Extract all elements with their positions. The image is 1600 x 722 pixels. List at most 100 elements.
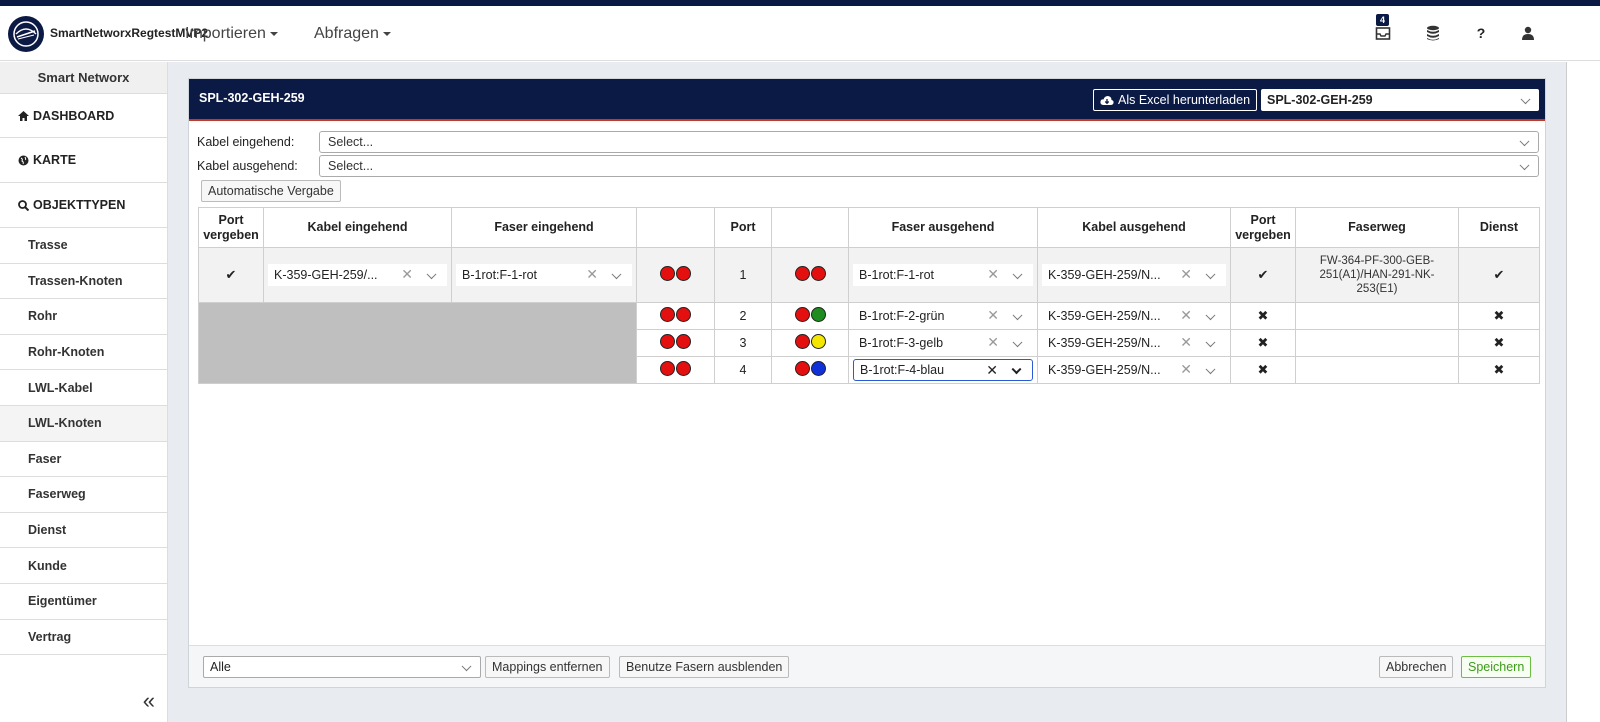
fiberpath-value (1295, 302, 1459, 330)
chevron-down-icon (426, 269, 437, 280)
database-button[interactable] (1422, 22, 1444, 44)
sidebar-item-eigentuemer[interactable]: Eigentümer (0, 584, 167, 620)
cable-out-select[interactable]: K-359-GEH-259/N... ✕ (1042, 332, 1226, 354)
outgoing-cable-select[interactable]: Select... (319, 155, 1539, 177)
cancel-button[interactable]: Abbrechen (1379, 656, 1454, 678)
port-mapping-table: Port vergeben Kabel eingehend Faser eing… (198, 207, 1540, 384)
menu-abfragen[interactable]: Abfragen (314, 6, 391, 61)
filter-outgoing-row: Kabel ausgehend: Select... (197, 155, 1539, 177)
cable-out-select[interactable]: K-359-GEH-259/N... ✕ (1042, 305, 1226, 327)
color-dot (676, 307, 691, 322)
table-row: ✔ K-359-GEH-259/... ✕ B-1rot:F-1-rot ✕ 1… (198, 247, 1540, 303)
color-dot (794, 334, 810, 349)
col-fiberpath: Faserweg (1295, 207, 1459, 248)
sidebar-item-lwl-kabel[interactable]: LWL-Kabel (0, 370, 167, 406)
color-dot (810, 266, 826, 281)
fiber-out-select[interactable]: B-1rot:F-3-gelb ✕ (853, 332, 1033, 354)
user-button[interactable] (1517, 22, 1539, 44)
col-port: Port (714, 207, 772, 248)
sidebar-karte[interactable]: KARTE (0, 138, 167, 183)
chevron-down-icon (1519, 160, 1530, 171)
auto-assign-button[interactable]: Automatische Vergabe (201, 180, 341, 202)
notifications-button[interactable]: 4 (1372, 14, 1394, 44)
excel-download-button[interactable]: Als Excel herunterladen (1093, 89, 1258, 111)
cable-out-select[interactable]: K-359-GEH-259/N... ✕ (1042, 359, 1226, 381)
main-content: SPL-302-GEH-259 Als Excel herunterladen … (168, 62, 1566, 722)
no-service-icon: ✖ (1493, 362, 1505, 377)
fiber-color-in (660, 334, 691, 349)
clear-icon[interactable]: ✕ (1180, 266, 1192, 283)
save-button[interactable]: Speichern (1461, 656, 1532, 678)
table-header-row: Port vergeben Kabel eingehend Faser eing… (198, 207, 1540, 248)
not-assigned-icon: ✖ (1257, 335, 1269, 350)
fiber-color-in (660, 361, 691, 376)
brand[interactable]: SmartNetworxRegtestMVP2 (0, 6, 208, 61)
sidebar-item-dienst[interactable]: Dienst (0, 513, 167, 549)
sidebar-objekttypen[interactable]: OBJEKTTYPEN (0, 183, 167, 228)
sidebar-item-trasse[interactable]: Trasse (0, 228, 167, 264)
sidebar-collapse-button[interactable]: « (143, 688, 155, 714)
service-check-icon: ✔ (1493, 267, 1505, 282)
sidebar-item-rohr-knoten[interactable]: Rohr-Knoten (0, 335, 167, 371)
fiber-out-select[interactable]: B-1rot:F-2-grün ✕ (853, 305, 1033, 327)
sidebar-item-faser[interactable]: Faser (0, 442, 167, 478)
page-scrollbar[interactable] (1566, 62, 1600, 722)
notification-badge: 4 (1376, 14, 1390, 26)
fiber-in-select[interactable]: B-1rot:F-1-rot ✕ (456, 264, 632, 286)
mapping-filter-select[interactable]: Alle (203, 656, 481, 678)
sidebar-dashboard[interactable]: DASHBOARD (0, 94, 167, 138)
fiber-out-select-focused[interactable]: B-1rot:F-4-blau ✕ (853, 359, 1033, 381)
not-assigned-icon: ✖ (1257, 362, 1269, 377)
fiber-out-select[interactable]: B-1rot:F-1-rot ✕ (853, 264, 1033, 286)
clear-icon[interactable]: ✕ (1180, 361, 1192, 378)
fiber-color-in (660, 266, 691, 281)
clear-icon[interactable]: ✕ (987, 266, 999, 283)
color-dot (676, 266, 691, 281)
sidebar-item-rohr[interactable]: Rohr (0, 299, 167, 335)
clear-icon[interactable]: ✕ (1180, 334, 1192, 351)
col-colors-out (771, 207, 849, 248)
globe-icon (18, 155, 29, 165)
menu-importieren[interactable]: Importieren (185, 6, 278, 61)
clear-icon[interactable]: ✕ (986, 362, 998, 379)
color-dot (810, 307, 826, 322)
clear-icon[interactable]: ✕ (586, 266, 598, 283)
cable-in-select[interactable]: K-359-GEH-259/... ✕ (268, 264, 447, 286)
col-colors-in (636, 207, 715, 248)
chevron-down-icon (1520, 94, 1531, 105)
remove-mappings-button[interactable]: Mappings entfernen (485, 656, 610, 678)
clear-icon[interactable]: ✕ (401, 266, 413, 283)
object-select[interactable]: SPL-302-GEH-259 (1261, 89, 1539, 111)
chevron-down-icon (1205, 364, 1216, 375)
help-icon: ? (1476, 25, 1486, 41)
incoming-cable-label: Kabel eingehend: (197, 135, 295, 149)
cable-out-select[interactable]: K-359-GEH-259/N... ✕ (1042, 264, 1226, 286)
clear-icon[interactable]: ✕ (987, 307, 999, 324)
panel-header: SPL-302-GEH-259 Als Excel herunterladen … (189, 79, 1545, 121)
chevron-down-icon (1012, 310, 1023, 321)
home-icon (18, 110, 29, 121)
color-dot (810, 361, 826, 376)
sidebar-item-lwl-knoten[interactable]: LWL-Knoten (0, 405, 167, 442)
assigned-check-icon: ✔ (1257, 267, 1269, 282)
chevron-down-icon (1519, 136, 1530, 147)
clear-icon[interactable]: ✕ (987, 334, 999, 351)
sidebar-item-kunde[interactable]: Kunde (0, 548, 167, 584)
col-fiber-in: Faser eingehend (451, 207, 637, 248)
col-port-assigned-in: Port vergeben (198, 207, 264, 248)
chevron-down-icon (1012, 337, 1023, 348)
sidebar-item-vertrag[interactable]: Vertrag (0, 620, 167, 656)
cloud-download-icon (1100, 95, 1114, 105)
sidebar-item-trassen-knoten[interactable]: Trassen-Knoten (0, 264, 167, 300)
outgoing-cable-label: Kabel ausgehend: (197, 159, 298, 173)
col-service: Dienst (1458, 207, 1540, 248)
fiber-color-out (794, 334, 826, 349)
port-number: 4 (714, 356, 772, 384)
sidebar-item-faserweg[interactable]: Faserweg (0, 477, 167, 513)
incoming-cable-select[interactable]: Select... (319, 131, 1539, 153)
table-row: 2 B-1rot:F-2-grün ✕ K-359-GEH-259/N... ✕ (198, 302, 1540, 384)
port-number: 2 (714, 302, 772, 330)
hide-used-fibers-button[interactable]: Benutze Fasern ausblenden (619, 656, 790, 678)
clear-icon[interactable]: ✕ (1180, 307, 1192, 324)
help-button[interactable]: ? (1470, 22, 1492, 44)
